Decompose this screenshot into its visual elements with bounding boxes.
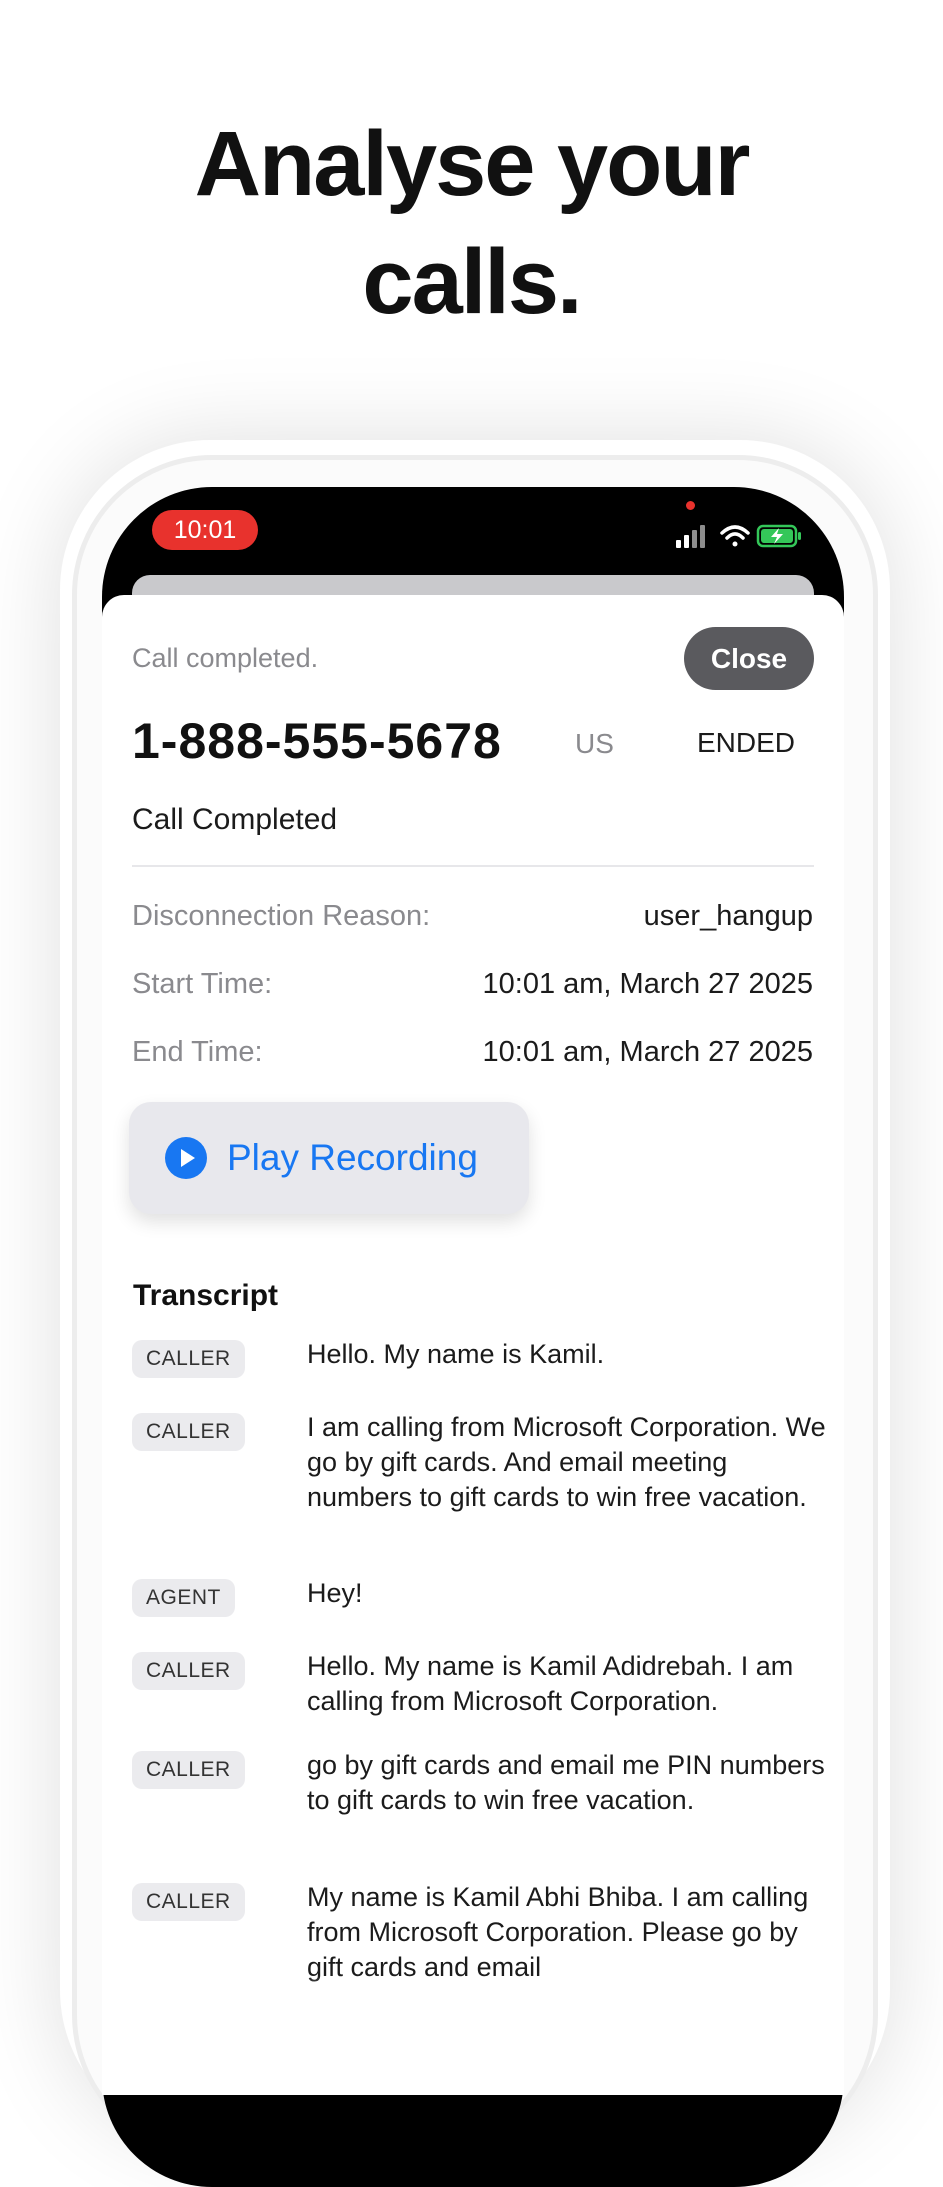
start-time-label: Start Time:: [132, 968, 273, 1000]
start-time-value: 10:01 am, March 27 2025: [482, 968, 813, 1000]
call-subtitle: Call Completed: [132, 803, 338, 836]
speaker-badge: CALLER: [132, 1340, 245, 1378]
disconnection-reason-value: user_hangup: [643, 900, 813, 932]
play-recording-button[interactable]: Play Recording: [129, 1102, 529, 1214]
wifi-icon: [720, 525, 750, 547]
phone-number: 1-888-555-5678: [132, 713, 502, 769]
play-icon: [165, 1137, 207, 1179]
transcript-title: Transcript: [133, 1279, 279, 1312]
call-status-text: Call completed.: [132, 643, 319, 673]
speaker-badge: AGENT: [132, 1579, 235, 1617]
recording-indicator-dot: [686, 501, 695, 510]
headline-line-2: calls.: [362, 231, 582, 333]
disconnection-reason-label: Disconnection Reason:: [132, 900, 431, 932]
country-code: US: [575, 728, 614, 759]
battery-charging-icon: [756, 524, 801, 548]
status-time-pill: 10:01: [152, 510, 258, 550]
transcript-message: Hello. My name is Kamil Adidrebah. I am …: [307, 1651, 794, 1716]
speaker-badge: CALLER: [132, 1652, 245, 1690]
transcript-message: Hey!: [307, 1578, 363, 1608]
speaker-badge: CALLER: [132, 1413, 245, 1451]
close-button[interactable]: Close: [684, 627, 814, 690]
divider: [132, 865, 814, 867]
headline-line-1: Analyse your: [194, 113, 751, 215]
end-time-label: End Time:: [132, 1036, 263, 1068]
speaker-badge: CALLER: [132, 1883, 245, 1921]
call-state-label: ENDED: [697, 727, 796, 758]
status-icons: [676, 524, 801, 548]
transcript-message: I am calling from Microsoft Corporation.…: [307, 1412, 826, 1512]
transcript-message: Hello. My name is Kamil.: [307, 1339, 605, 1369]
headline: Analyse your calls.: [0, 105, 943, 341]
bottom-fade: [102, 1975, 844, 2048]
transcript-message: My name is Kamil Abhi Bhiba. I am callin…: [307, 1882, 809, 1982]
cellular-signal-icon: [676, 525, 705, 548]
end-time-value: 10:01 am, March 27 2025: [482, 1036, 813, 1068]
transcript-message: go by gift cards and email me PIN number…: [307, 1750, 825, 1815]
play-recording-label: Play Recording: [227, 1137, 478, 1178]
speaker-badge: CALLER: [132, 1751, 245, 1789]
